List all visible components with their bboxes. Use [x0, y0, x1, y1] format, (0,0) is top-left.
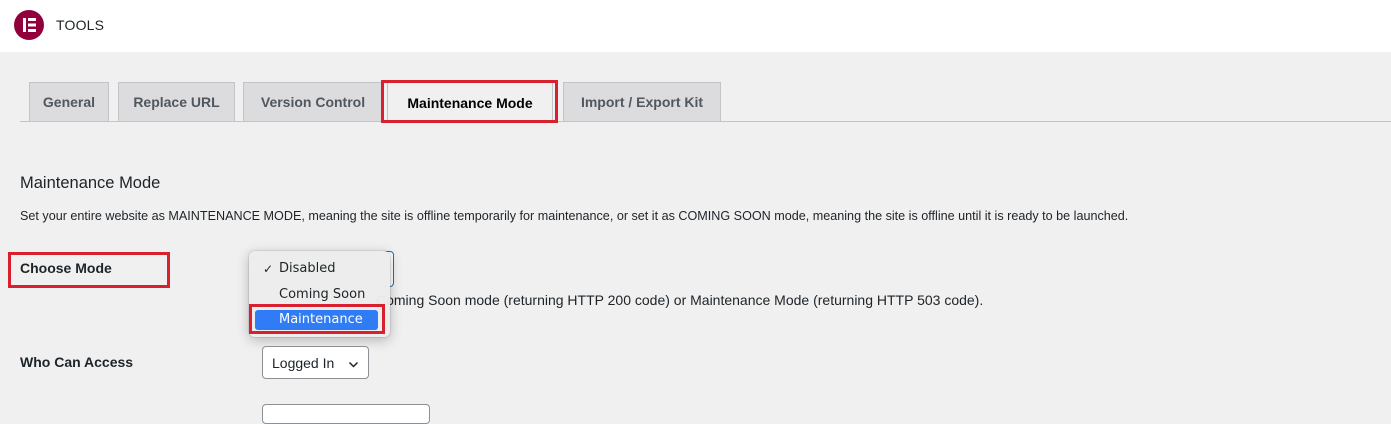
tab-version-control[interactable]: Version Control	[243, 82, 383, 121]
section-title: Maintenance Mode	[20, 174, 161, 192]
section-description: Set your entire website as MAINTENANCE M…	[20, 209, 1129, 223]
option-coming-soon[interactable]: Coming Soon	[255, 285, 378, 305]
tab-import-export-kit[interactable]: Import / Export Kit	[563, 82, 721, 121]
who-can-access-select[interactable]: Logged In	[262, 346, 369, 379]
top-bar: TOOLS	[0, 0, 1391, 52]
option-maintenance[interactable]: Maintenance	[255, 310, 378, 330]
who-can-access-label: Who Can Access	[20, 354, 134, 370]
option-label: Coming Soon	[279, 287, 366, 302]
chevron-down-icon	[348, 357, 359, 373]
page-title: TOOLS	[56, 17, 105, 33]
next-field-partial[interactable]	[262, 404, 430, 424]
choose-mode-dropdown: ✓ Disabled Coming Soon Maintenance	[249, 251, 390, 337]
who-can-access-value: Logged In	[272, 354, 335, 371]
option-label: Disabled	[279, 261, 336, 276]
elementor-logo-icon	[14, 10, 44, 40]
tab-general[interactable]: General	[29, 82, 109, 121]
option-disabled[interactable]: ✓ Disabled	[255, 259, 378, 279]
tabs-divider	[20, 121, 1391, 122]
choose-mode-label: Choose Mode	[20, 260, 112, 276]
tab-maintenance-mode[interactable]: Maintenance Mode	[387, 82, 553, 122]
option-label: Maintenance	[279, 312, 363, 327]
checkmark-icon: ✓	[263, 262, 274, 276]
choose-mode-help-text: Coming Soon mode (returning HTTP 200 cod…	[376, 292, 984, 308]
tab-replace-url[interactable]: Replace URL	[118, 82, 235, 121]
